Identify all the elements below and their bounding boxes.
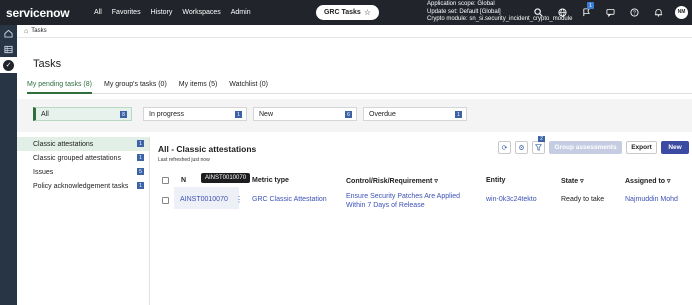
- sidebar-item-issues[interactable]: Issues 5: [17, 165, 149, 179]
- sidebar-item-label: Classic grouped attestations: [33, 154, 121, 162]
- sidebar-item-label: Classic attestations: [33, 140, 94, 148]
- tooltip: AINST0010070: [201, 173, 251, 183]
- workspace-pill[interactable]: GRC Tasks ☆: [316, 5, 379, 20]
- select-all-checkbox[interactable]: [162, 177, 169, 184]
- filter-label: New: [259, 110, 274, 118]
- top-icons: 1 ? NM: [531, 2, 688, 19]
- filter-icon[interactable]: ▿: [667, 178, 671, 185]
- filter-icon[interactable]: ▿: [434, 178, 438, 185]
- main-nav: All Favorites History Workspaces Admin: [78, 9, 251, 16]
- svg-text:?: ?: [632, 10, 635, 16]
- sidebar-item-policy-acknowledgement-tasks[interactable]: Policy acknowledgement tasks 1: [17, 179, 149, 193]
- row-checkbox[interactable]: [162, 197, 169, 204]
- column-label: Assigned to: [625, 178, 666, 185]
- column-entity[interactable]: Entity: [486, 177, 505, 184]
- tab-my-items[interactable]: My items (5): [179, 81, 218, 94]
- tab-my-pending-tasks[interactable]: My pending tasks (8): [27, 81, 92, 94]
- task-number-link[interactable]: AINST0010070: [180, 196, 228, 203]
- count-badge: 8: [120, 111, 127, 118]
- last-refreshed-text: Last refreshed just now: [158, 157, 210, 163]
- filter-label: All: [41, 110, 49, 118]
- column-label: State: [561, 178, 579, 185]
- filter-new[interactable]: New 6: [253, 107, 357, 121]
- sidebar-item-label: Policy acknowledgement tasks: [33, 182, 129, 190]
- control-line: Within 7 Days of Release: [346, 202, 425, 209]
- filter-icon[interactable]: ▿: [580, 178, 584, 185]
- user-avatar[interactable]: NM: [675, 5, 688, 19]
- filter-label: Overdue: [369, 110, 396, 118]
- sidebar-item-classic-attestations[interactable]: Classic attestations 1: [17, 137, 149, 151]
- count-badge: 6: [345, 111, 352, 118]
- page-title: Tasks: [33, 58, 62, 70]
- nav-all[interactable]: All: [94, 9, 102, 16]
- list-view-icon[interactable]: [0, 41, 17, 57]
- nav-workspaces[interactable]: Workspaces: [182, 9, 220, 16]
- breadcrumb-label[interactable]: Tasks: [31, 28, 46, 34]
- servicenow-logo[interactable]: servicenow: [6, 6, 78, 20]
- notification-badge: 1: [587, 2, 594, 9]
- column-number[interactable]: N: [181, 177, 186, 184]
- filter-in-progress[interactable]: In progress 1: [143, 107, 247, 121]
- globe-icon[interactable]: [555, 5, 569, 19]
- home-icon[interactable]: [0, 25, 17, 41]
- nav-admin[interactable]: Admin: [231, 9, 251, 16]
- column-label: Control/Risk/Requirement: [346, 178, 433, 185]
- entity-link[interactable]: win-0k3c24tekto: [486, 196, 537, 203]
- left-rail: ✓: [0, 25, 17, 305]
- metric-type-link[interactable]: GRC Classic Attestation: [252, 196, 327, 203]
- list-actions: ⟳ ⚙ 2 Group assessments Export New: [498, 136, 689, 154]
- count-badge: 5: [137, 168, 144, 175]
- search-icon[interactable]: [531, 5, 545, 19]
- task-type-list: Classic attestations 1 Classic grouped a…: [17, 137, 150, 305]
- tab-watchlist[interactable]: Watchlist (0): [229, 81, 268, 94]
- list-content: All - Classic attestations Last refreshe…: [151, 136, 692, 305]
- filter-label: In progress: [149, 110, 185, 118]
- count-badge: 1: [235, 111, 242, 118]
- nav-history[interactable]: History: [151, 9, 173, 16]
- count-badge: 1: [137, 154, 144, 161]
- assigned-to-link[interactable]: Najmuddin Mohd: [625, 196, 678, 203]
- home-crumb-icon[interactable]: ⌂: [24, 28, 28, 35]
- tab-my-groups-tasks[interactable]: My group's tasks (0): [104, 81, 167, 94]
- column-state[interactable]: State ▿: [561, 177, 584, 185]
- filter-all[interactable]: All 8: [33, 107, 132, 121]
- tasks-check-icon[interactable]: ✓: [0, 57, 17, 73]
- settings-icon[interactable]: ⚙: [515, 141, 528, 154]
- workspace-pill-label: GRC Tasks: [323, 9, 361, 16]
- export-button[interactable]: Export: [626, 141, 657, 154]
- chat-icon[interactable]: [603, 5, 617, 19]
- sidebar-item-label: Issues: [33, 168, 54, 176]
- checkmark-circle-icon: ✓: [3, 59, 14, 71]
- count-badge: 1: [137, 182, 144, 189]
- column-control-risk-requirement[interactable]: Control/Risk/Requirement ▿: [346, 177, 438, 185]
- breadcrumb: ⌂ Tasks: [17, 25, 692, 38]
- top-navigation-bar: servicenow All Favorites History Workspa…: [0, 0, 692, 25]
- star-icon[interactable]: ☆: [364, 8, 371, 17]
- filter-overdue[interactable]: Overdue 1: [363, 107, 467, 121]
- main-panel: Tasks My pending tasks (8) My group's ta…: [17, 38, 692, 305]
- column-assigned-to[interactable]: Assigned to ▿: [625, 177, 671, 185]
- flag-notification-icon[interactable]: 1: [579, 2, 594, 19]
- count-badge: 1: [137, 140, 144, 147]
- task-tabs: My pending tasks (8) My group's tasks (0…: [27, 81, 692, 94]
- status-filters: All 8 In progress 1 New 6 Overdue 1: [17, 99, 692, 132]
- new-button[interactable]: New: [661, 141, 689, 154]
- control-link[interactable]: Ensure Security Patches Are Applied With…: [346, 192, 460, 210]
- group-assessments-button[interactable]: Group assessments: [549, 141, 622, 154]
- sidebar-item-classic-grouped-attestations[interactable]: Classic grouped attestations 1: [17, 151, 149, 165]
- help-icon[interactable]: ?: [627, 5, 641, 19]
- bell-icon[interactable]: [651, 5, 665, 19]
- column-metric-type[interactable]: Metric type: [252, 177, 289, 184]
- list-title: All - Classic attestations: [158, 144, 257, 154]
- state-value: Ready to take: [561, 196, 605, 203]
- more-options-icon[interactable]: ⋮: [235, 195, 243, 204]
- filter-count-badge: 2: [538, 136, 545, 142]
- refresh-icon[interactable]: ⟳: [498, 141, 511, 154]
- nav-favorites[interactable]: Favorites: [112, 9, 141, 16]
- filter-icon[interactable]: 2: [532, 136, 545, 154]
- count-badge: 1: [455, 111, 462, 118]
- control-line: Ensure Security Patches Are Applied: [346, 193, 461, 200]
